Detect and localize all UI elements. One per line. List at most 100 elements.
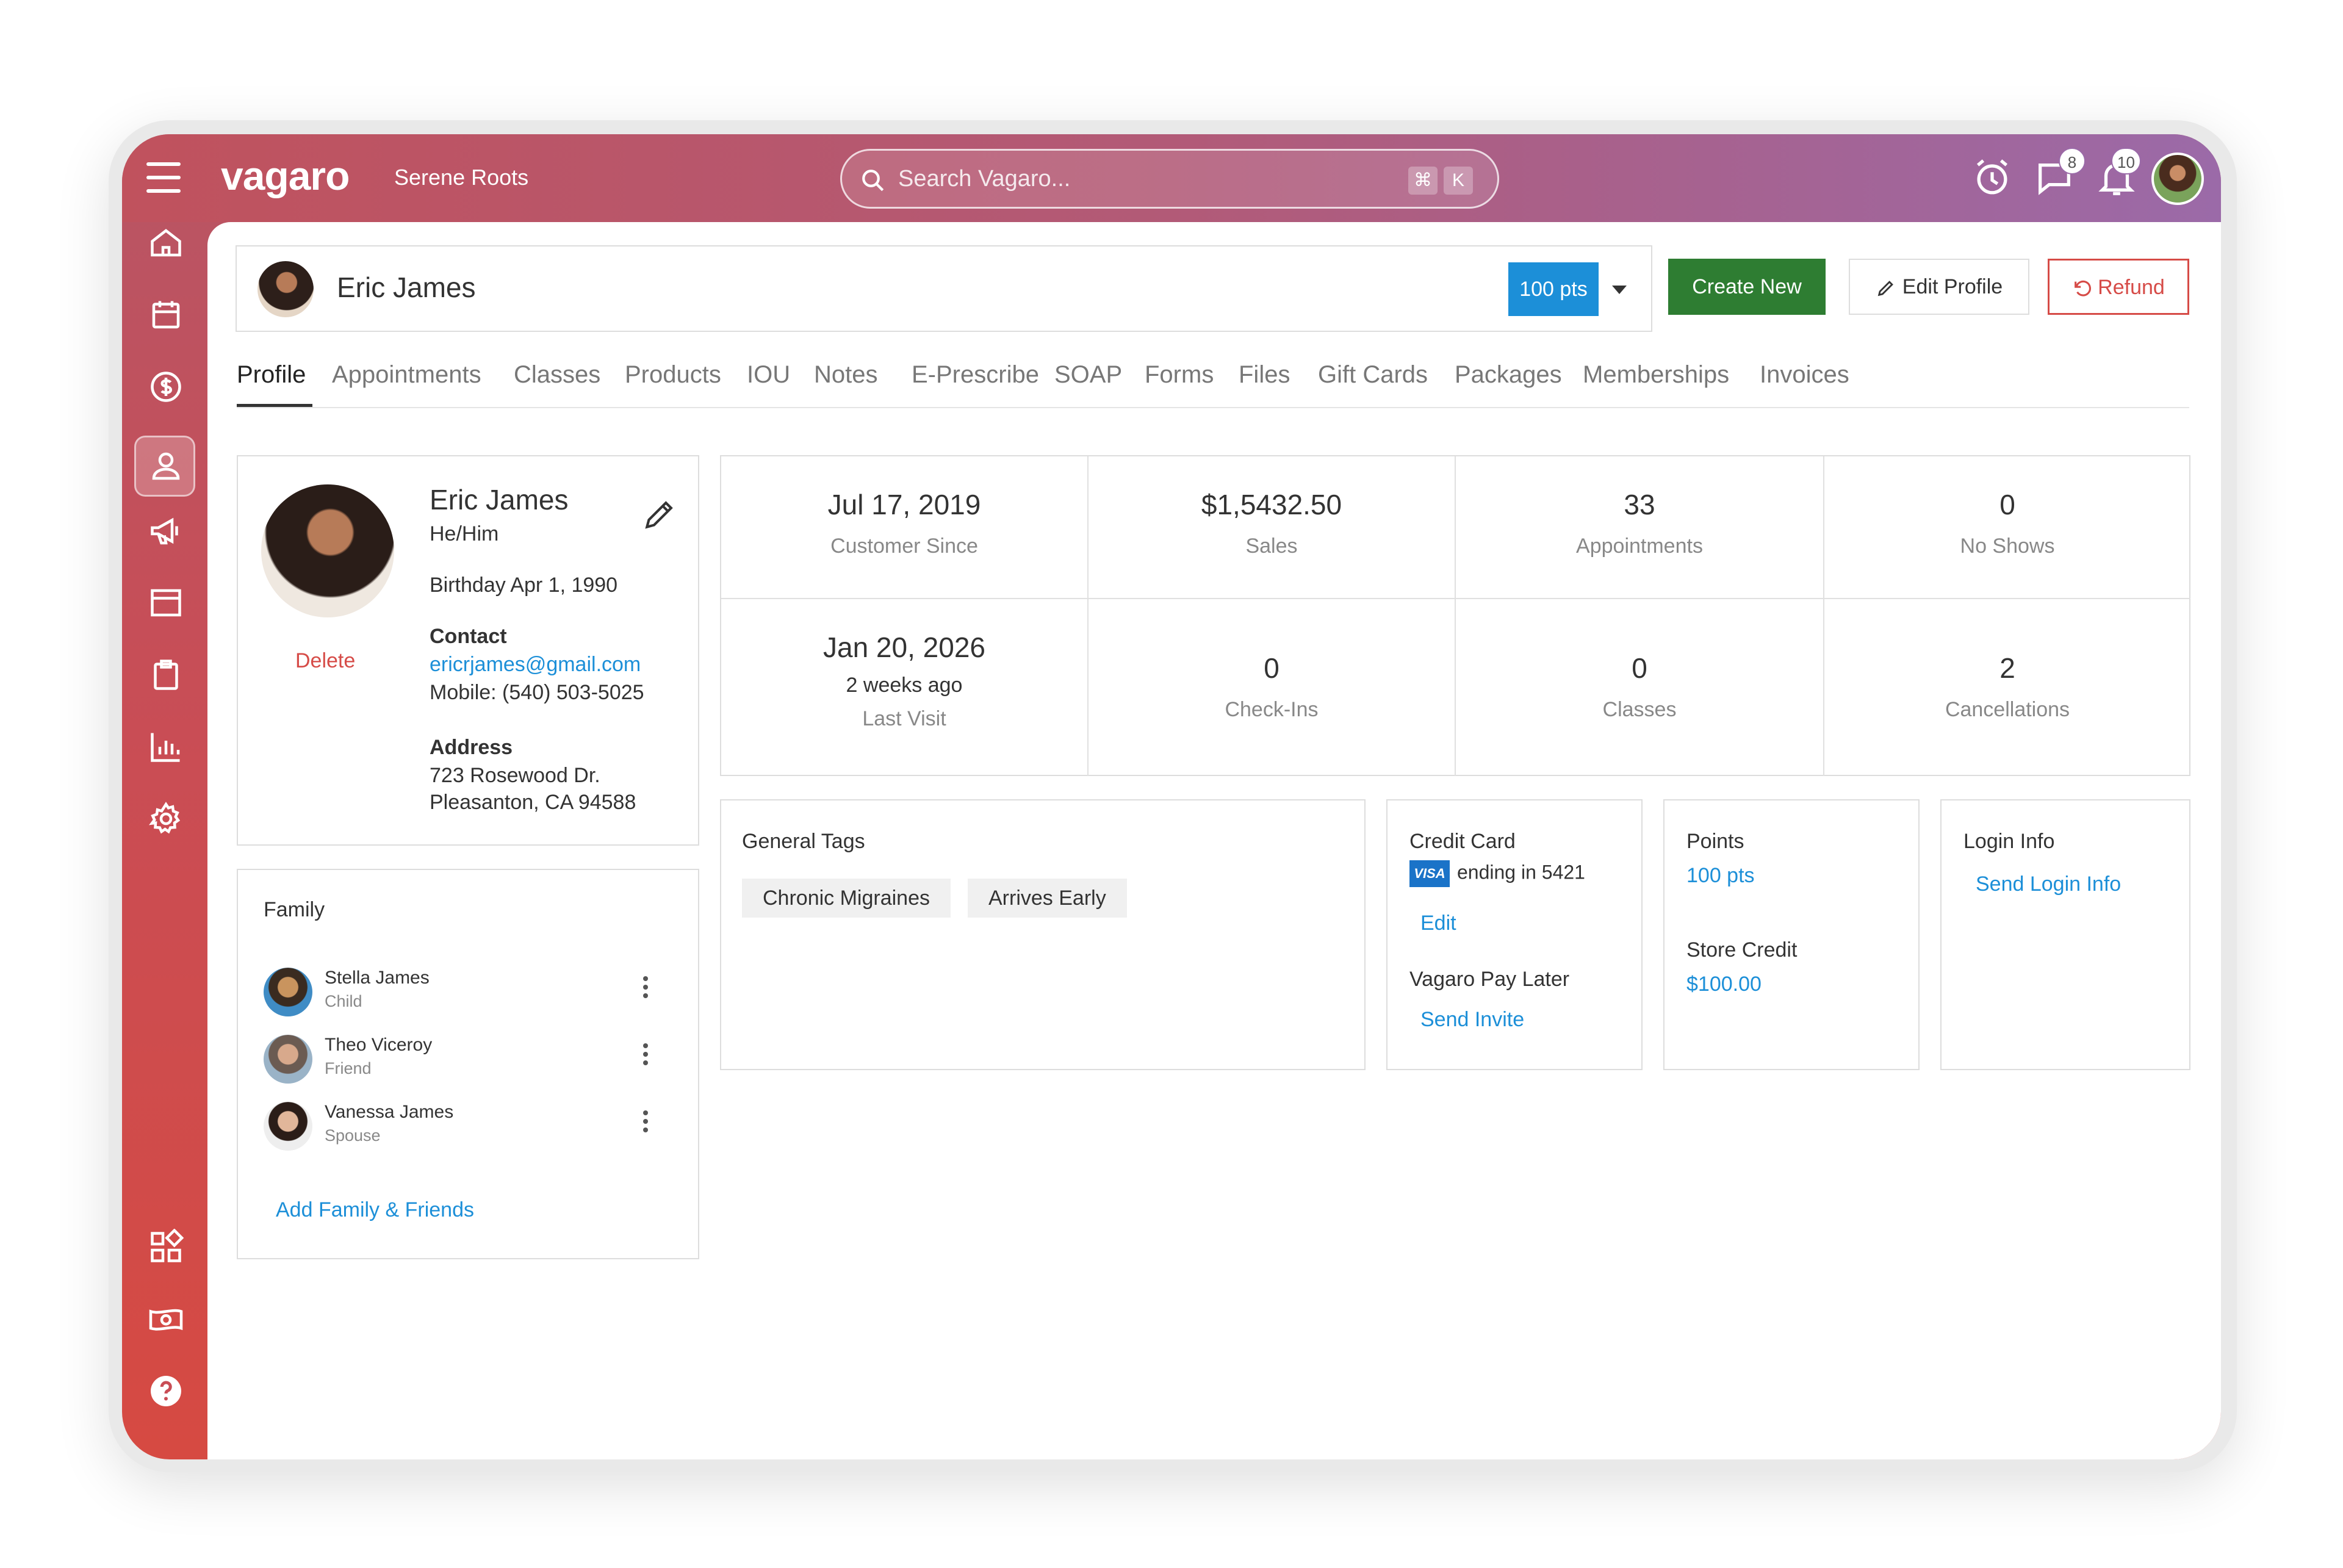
avatar [264, 1102, 312, 1151]
main-content: Eric James 100 pts Create New Edit Profi… [207, 222, 2221, 1459]
email-link[interactable]: ericrjames@gmail.com [430, 653, 641, 677]
tab-soap[interactable]: SOAP [1054, 361, 1122, 389]
tab-notes[interactable]: Notes [814, 361, 878, 389]
bar-chart-icon[interactable] [148, 728, 184, 765]
edit-profile-label: Edit Profile [1902, 275, 2003, 298]
credit-card-heading: Credit Card [1409, 830, 1516, 853]
pay-later-heading: Vagaro Pay Later [1409, 968, 1570, 991]
browser-window-icon[interactable] [148, 584, 184, 621]
tag-chronic-migraines[interactable]: Chronic Migraines [742, 879, 951, 918]
tab-products[interactable]: Products [625, 361, 721, 389]
family-member-name[interactable]: Theo Viceroy [325, 1035, 432, 1056]
pencil-icon [1877, 281, 1893, 297]
contact-heading: Contact [430, 625, 507, 648]
cash-icon[interactable] [148, 1301, 184, 1337]
store-credit-value[interactable]: $100.00 [1686, 973, 1762, 996]
refund-button[interactable]: Refund [2048, 259, 2189, 315]
profile-birthday: Birthday Apr 1, 1990 [430, 574, 618, 597]
menu-icon[interactable] [146, 162, 181, 193]
dollar-icon[interactable] [148, 369, 184, 405]
points-heading: Points [1686, 830, 1744, 853]
family-heading: Family [264, 898, 325, 921]
tab-files[interactable]: Files [1239, 361, 1290, 389]
tab-memberships[interactable]: Memberships [1583, 361, 1729, 389]
customer-icon[interactable] [148, 448, 184, 484]
general-tags-card: General Tags Chronic Migraines Arrives E… [720, 799, 1366, 1070]
more-options-icon[interactable] [642, 1043, 649, 1069]
mobile-number: Mobile: (540) 503-5025 [430, 681, 644, 704]
chevron-down-icon[interactable] [1612, 286, 1627, 294]
profile-photo [261, 484, 394, 617]
stat-last-visit: Jan 20, 2026 2 weeks ago Last Visit [721, 599, 1089, 776]
tab-invoices[interactable]: Invoices [1760, 361, 1849, 389]
stats-card: Jul 17, 2019 Customer Since $1,5432.50 S… [720, 455, 2190, 776]
customer-header: Eric James 100 pts [236, 245, 1652, 332]
tab-profile[interactable]: Profile [237, 361, 306, 389]
tab-packages[interactable]: Packages [1455, 361, 1562, 389]
profile-name: Eric James [430, 484, 569, 516]
family-member-relation: Child [325, 992, 362, 1010]
stat-cancellations: 2 Cancellations [1945, 652, 2070, 721]
avatar [264, 1035, 312, 1084]
address-heading: Address [430, 736, 513, 759]
login-info-card: Login Info Send Login Info [1940, 799, 2190, 1070]
top-bar: vagaro Serene Roots ⌘ K 8 10 [122, 134, 2221, 222]
edit-profile-button[interactable]: Edit Profile [1849, 259, 2029, 315]
alarm-clock-icon[interactable] [1971, 156, 2014, 199]
send-invite-link[interactable]: Send Invite [1420, 1008, 1524, 1032]
search-bar[interactable]: ⌘ K [840, 149, 1499, 209]
family-member-relation: Friend [325, 1059, 372, 1077]
refund-label: Refund [2098, 276, 2165, 299]
undo-icon [2075, 280, 2092, 297]
notifications-count-badge: 10 [2111, 148, 2141, 174]
card-ending: ending in 5421 [1457, 861, 1585, 883]
tab-appointments[interactable]: Appointments [332, 361, 481, 389]
avatar [264, 968, 312, 1016]
send-login-info-link[interactable]: Send Login Info [1976, 872, 2121, 896]
app-window: vagaro Serene Roots ⌘ K 8 10 Eric James … [122, 134, 2221, 1459]
profile-pronouns: He/Him [430, 522, 499, 545]
stat-appointments: 33 Appointments [1456, 456, 1824, 599]
tag-arrives-early[interactable]: Arrives Early [968, 879, 1127, 918]
general-tags-heading: General Tags [742, 830, 865, 853]
tab-iou[interactable]: IOU [747, 361, 790, 389]
points-button[interactable]: 100 pts [1508, 262, 1599, 316]
customer-name: Eric James [337, 272, 476, 303]
command-key-hint: ⌘ [1408, 167, 1438, 195]
business-name: Serene Roots [394, 165, 529, 190]
more-options-icon[interactable] [642, 1110, 649, 1136]
tab-e-prescribe[interactable]: E-Prescribe [912, 361, 1039, 389]
visa-icon: VISA [1409, 860, 1450, 887]
apps-grid-icon[interactable] [148, 1229, 184, 1265]
tabs-divider [237, 407, 2189, 408]
search-input[interactable] [898, 162, 1337, 196]
stat-classes: 0 Classes [1456, 599, 1824, 776]
delete-link[interactable]: Delete [295, 649, 355, 673]
calendar-icon[interactable] [148, 297, 184, 333]
help-icon[interactable] [148, 1373, 184, 1409]
family-member-relation: Spouse [325, 1126, 381, 1145]
vagaro-logo: vagaro [221, 153, 350, 198]
family-member-name[interactable]: Stella James [325, 968, 430, 988]
clipboard-icon[interactable] [148, 656, 184, 693]
tab-forms[interactable]: Forms [1145, 361, 1214, 389]
search-icon [862, 170, 884, 192]
add-family-link[interactable]: Add Family & Friends [276, 1198, 474, 1222]
tab-classes[interactable]: Classes [514, 361, 600, 389]
more-options-icon[interactable] [642, 976, 649, 1002]
megaphone-icon[interactable] [148, 512, 184, 549]
points-card: Points 100 pts Store Credit $100.00 [1663, 799, 1920, 1070]
stat-customer-since: Jul 17, 2019 Customer Since [721, 456, 1089, 599]
gear-icon[interactable] [148, 800, 184, 837]
user-avatar[interactable] [2151, 153, 2204, 205]
points-value-link[interactable]: 100 pts [1686, 864, 1755, 888]
card-info: VISA ending in 5421 [1409, 860, 1585, 887]
pencil-icon[interactable] [641, 495, 678, 533]
k-key-hint: K [1444, 167, 1473, 195]
family-member-name[interactable]: Vanessa James [325, 1102, 453, 1123]
messages-count-badge: 8 [2059, 148, 2086, 174]
create-new-button[interactable]: Create New [1668, 259, 1826, 315]
tab-gift-cards[interactable]: Gift Cards [1318, 361, 1428, 389]
home-icon[interactable] [148, 225, 184, 261]
edit-card-link[interactable]: Edit [1420, 912, 1456, 935]
